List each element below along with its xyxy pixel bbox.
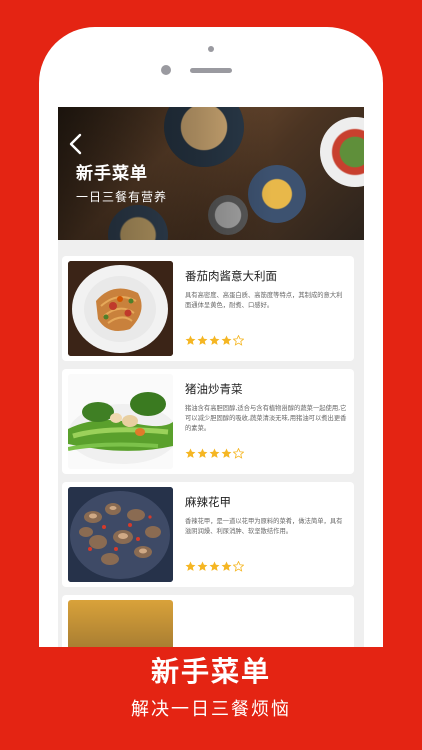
- star-filled-icon: [221, 335, 232, 345]
- recipe-card[interactable]: 番茄肉酱意大利面 具有高密度、高蛋白质、高筋度等特点，其制成的意大利面通体呈黄色…: [62, 256, 354, 361]
- recipe-thumbnail: [68, 487, 173, 582]
- recipe-card[interactable]: [62, 595, 354, 647]
- front-camera: [161, 65, 171, 75]
- recipe-text: 番茄肉酱意大利面 具有高密度、高蛋白质、高筋度等特点，其制成的意大利面通体呈黄色…: [185, 268, 348, 321]
- star-filled-icon: [209, 448, 220, 458]
- recipe-text: 麻辣花甲 香辣花甲，是一道以花甲为原料的菜肴，做法简单，具有滋阴润燥、利尿消肿、…: [185, 494, 348, 547]
- promo-title: 新手菜单: [150, 655, 271, 688]
- star-filled-icon: [197, 561, 208, 571]
- recipe-description: 猪油含有高胆固醇,适合与含有植物甾醇的蔬菜一起使用,它可以减少胆固醇的吸收,蔬菜…: [185, 405, 347, 432]
- recipe-card[interactable]: 麻辣花甲 香辣花甲，是一道以花甲为原料的菜肴，做法简单，具有滋阴润燥、利尿消肿、…: [62, 482, 354, 587]
- app-store-screenshot: 新手菜单 一日三餐有营养 番茄肉酱意大利面 具有高密度、高蛋白质、高筋度等特点，…: [0, 0, 422, 750]
- front-sensor-dot: [208, 46, 214, 52]
- star-filled-icon: [209, 335, 220, 345]
- star-empty-icon: [233, 561, 244, 572]
- star-empty-icon: [233, 448, 244, 459]
- star-filled-icon: [185, 561, 196, 571]
- star-filled-icon: [221, 561, 232, 571]
- star-filled-icon: [185, 448, 196, 458]
- rating-stars: [185, 335, 244, 346]
- greens-image: [68, 374, 173, 469]
- rating-stars: [185, 561, 244, 572]
- recipe-thumbnail: [68, 600, 173, 647]
- earpiece-speaker: [190, 68, 232, 73]
- recipe-title: 麻辣花甲: [185, 495, 231, 509]
- recipe-title: 猪油炒青菜: [185, 382, 243, 396]
- rating-stars: [185, 448, 244, 459]
- star-empty-icon: [233, 335, 244, 346]
- promo-subtitle: 解决一日三餐烦恼: [131, 699, 291, 720]
- app-screen: 新手菜单 一日三餐有营养 番茄肉酱意大利面 具有高密度、高蛋白质、高筋度等特点，…: [58, 107, 364, 647]
- clams-image: [68, 487, 173, 582]
- star-filled-icon: [185, 335, 196, 345]
- recipe-text: 猪油炒青菜 猪油含有高胆固醇,适合与含有植物甾醇的蔬菜一起使用,它可以减少胆固醇…: [185, 381, 348, 434]
- recipe-thumbnail: [68, 374, 173, 469]
- star-filled-icon: [197, 448, 208, 458]
- star-filled-icon: [221, 448, 232, 458]
- back-arrow-icon[interactable]: [68, 133, 84, 155]
- pasta-image: [68, 261, 173, 356]
- header-banner: 新手菜单 一日三餐有营养: [58, 107, 364, 240]
- recipe-title: 番茄肉酱意大利面: [185, 269, 277, 283]
- star-filled-icon: [197, 335, 208, 345]
- recipe-thumbnail: [68, 261, 173, 356]
- recipe-card[interactable]: 猪油炒青菜 猪油含有高胆固醇,适合与含有植物甾醇的蔬菜一起使用,它可以减少胆固醇…: [62, 369, 354, 474]
- star-filled-icon: [209, 561, 220, 571]
- recipe-description: 具有高密度、高蛋白质、高筋度等特点，其制成的意大利面通体呈黄色，耐煮、口感好。: [185, 292, 343, 309]
- recipe-description: 香辣花甲，是一道以花甲为原料的菜肴，做法简单，具有滋阴润燥、利尿消肿、软坚散结作…: [185, 518, 343, 535]
- page-subtitle: 一日三餐有营养: [76, 190, 168, 204]
- page-title: 新手菜单: [76, 164, 148, 184]
